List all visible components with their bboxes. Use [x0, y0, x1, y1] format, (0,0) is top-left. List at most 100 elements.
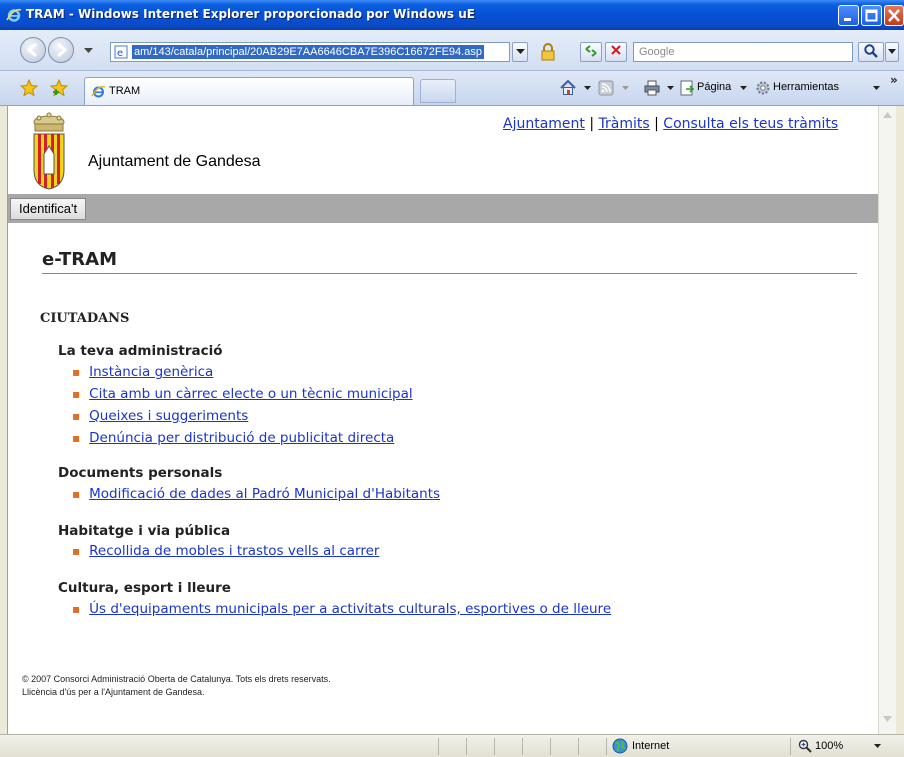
page-menu-icon[interactable] [680, 80, 694, 96]
chevron-down-icon[interactable] [622, 86, 629, 91]
status-divider [466, 738, 467, 755]
tab-tram[interactable]: TRAM [84, 77, 414, 105]
globe-icon [612, 738, 628, 754]
refresh-button[interactable] [580, 42, 602, 62]
link-equipaments[interactable]: Ús d'equipaments municipals per a activi… [89, 601, 611, 617]
tools-menu[interactable]: Herramientas [773, 81, 839, 93]
maximize-button[interactable] [861, 5, 882, 26]
status-divider [578, 738, 579, 755]
address-input[interactable]: e am/143/catala/principal/20AB29E7AA6646… [110, 42, 510, 62]
chevron-down-icon[interactable] [740, 86, 747, 91]
link-recollida-mobles[interactable]: Recollida de mobles i trastos vells al c… [89, 543, 379, 559]
close-button[interactable] [884, 5, 904, 26]
back-button[interactable] [20, 37, 46, 63]
status-divider [494, 738, 495, 755]
category-title: Cultura, esport i lleure [58, 580, 231, 596]
chevron-down-icon[interactable] [874, 744, 881, 749]
search-button[interactable] [858, 42, 884, 62]
status-divider [790, 738, 791, 755]
bullet-icon: ▪ [72, 602, 81, 616]
title-bar[interactable]: TRAM - Windows Internet Explorer proporc… [0, 0, 904, 30]
security-zone: Internet [632, 740, 670, 752]
link-denuncia[interactable]: Denúncia per distribució de publicitat d… [89, 430, 394, 446]
list-item: ▪ Queixes i suggeriments [72, 408, 248, 424]
section-title: CIUTADANS [40, 311, 130, 326]
chevron-down-icon [888, 49, 896, 54]
status-divider [606, 738, 607, 755]
tab-bar: TRAM Página Herramientas » [0, 71, 904, 106]
stop-button[interactable] [605, 42, 627, 62]
chevron-down-icon[interactable] [584, 86, 591, 91]
search-icon [864, 44, 878, 58]
list-item: ▪ Modificació de dades al Padró Municipal… [72, 486, 440, 502]
close-icon [888, 9, 900, 22]
history-dropdown-icon[interactable] [84, 48, 93, 54]
minimize-button[interactable] [838, 5, 859, 26]
page-title: e-TRAM [42, 249, 118, 270]
link-separator: | [589, 116, 595, 132]
list-item: ▪ Ús d'equipaments municipals per a activ… [72, 601, 611, 617]
link-consulta-tramits[interactable]: Consulta els teus tràmits [663, 116, 838, 132]
minimize-icon [844, 18, 851, 21]
title-divider [42, 273, 857, 274]
chevron-down-icon[interactable] [873, 86, 880, 91]
forward-button[interactable] [48, 37, 74, 63]
status-divider [522, 738, 523, 755]
status-divider [550, 738, 551, 755]
gear-icon[interactable] [755, 80, 771, 96]
bullet-icon: ▪ [72, 409, 81, 423]
ie-logo-icon [6, 8, 22, 22]
link-instancia-generica[interactable]: Instància genèrica [89, 364, 213, 380]
scroll-up-icon[interactable] [883, 112, 892, 118]
favorites-star-icon[interactable] [20, 79, 38, 97]
zoom-level[interactable]: 100% [815, 740, 843, 752]
list-item: ▪ Instància genèrica [72, 364, 213, 380]
category-title: La teva administració [58, 343, 223, 359]
print-icon[interactable] [643, 79, 661, 97]
category-title: Habitatge i via pública [58, 523, 231, 539]
page-content: Ajuntament | Tràmits | Consulta els teus… [8, 106, 878, 734]
stop-icon [611, 45, 621, 55]
vertical-scrollbar[interactable] [878, 106, 896, 734]
chevron-down-icon[interactable] [667, 86, 674, 91]
scroll-down-icon[interactable] [883, 716, 892, 722]
list-item: ▪ Cita amb un càrrec electe o un tècnic m… [72, 386, 413, 402]
link-queixes[interactable]: Queixes i suggeriments [89, 408, 248, 424]
list-item: ▪ Denúncia per distribució de publicitat … [72, 430, 394, 446]
maximize-icon [865, 9, 878, 22]
address-toolbar: e am/143/catala/principal/20AB29E7AA6646… [0, 30, 904, 71]
bullet-icon: ▪ [72, 387, 81, 401]
status-bar: Internet 100% [0, 734, 904, 757]
link-ajuntament[interactable]: Ajuntament [503, 116, 585, 132]
identify-button[interactable]: Identifica't [10, 198, 87, 220]
add-favorites-icon[interactable] [50, 79, 68, 97]
login-bar: Identifica't [8, 194, 878, 223]
refresh-icon [585, 45, 597, 57]
search-options-button[interactable] [885, 42, 899, 62]
link-padro[interactable]: Modificació de dades al Padró Municipal … [89, 486, 440, 502]
feeds-icon[interactable] [598, 80, 614, 96]
new-tab-button[interactable] [420, 79, 456, 103]
more-chevron-icon[interactable]: » [890, 73, 898, 87]
page-icon: e [114, 45, 128, 59]
back-arrow-icon [26, 42, 37, 58]
bullet-icon: ▪ [72, 431, 81, 445]
top-links: Ajuntament | Tràmits | Consulta els teus… [503, 116, 838, 132]
town-name: Ajuntament de Gandesa [88, 153, 261, 170]
status-divider [438, 738, 439, 755]
home-icon[interactable] [559, 79, 577, 97]
link-tramits[interactable]: Tràmits [599, 116, 650, 132]
bullet-icon: ▪ [72, 544, 81, 558]
license-text: Llicència d'ús per a l'Ajuntament de Gan… [22, 687, 205, 697]
link-cita-carrec[interactable]: Cita amb un càrrec electe o un tècnic mu… [89, 386, 412, 402]
right-frame [896, 106, 904, 734]
page-menu[interactable]: Página [697, 81, 731, 93]
tab-label: TRAM [109, 85, 141, 97]
lock-icon[interactable] [540, 43, 556, 61]
address-dropdown-button[interactable] [512, 42, 528, 62]
copyright-text: © 2007 Consorci Administració Oberta de … [22, 674, 331, 684]
link-separator: | [654, 116, 659, 132]
zoom-icon[interactable] [798, 739, 812, 753]
address-url: am/143/catala/principal/20AB29E7AA6646CB… [132, 45, 484, 59]
search-input[interactable]: Google [633, 42, 853, 62]
